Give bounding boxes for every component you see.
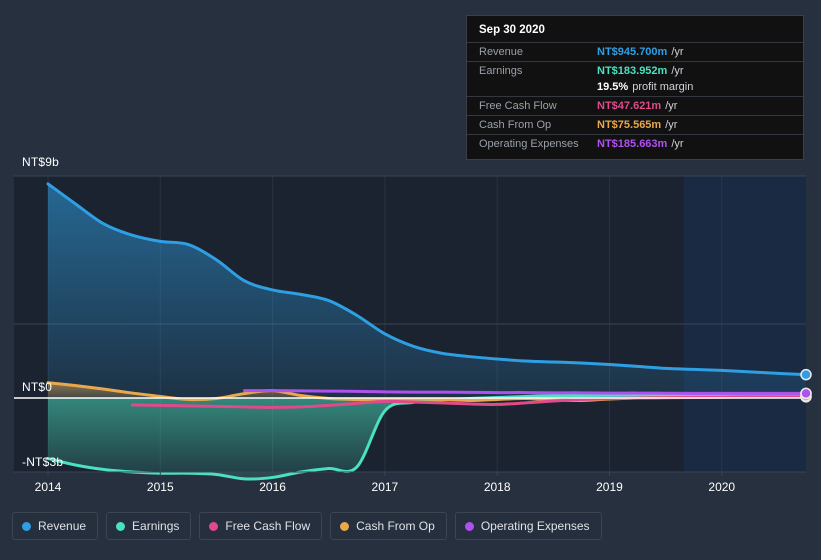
tooltip-suffix-earnings: /yr <box>671 65 684 77</box>
tooltip-value-profit-margin: 19.5% <box>597 81 629 93</box>
legend-label-cash-from-op: Cash From Op <box>356 519 435 533</box>
x-axis-label-2014: 2014 <box>34 480 62 494</box>
x-axis-label-2020: 2020 <box>708 480 736 494</box>
tooltip-row-revenue: Revenue NT$945.700m /yr <box>467 42 803 61</box>
legend-item-earnings[interactable]: Earnings <box>106 512 192 540</box>
x-axis-label-2015: 2015 <box>146 480 174 494</box>
legend-dot-operating-expenses-icon <box>464 521 474 531</box>
tooltip-key-earnings: Earnings <box>479 65 523 77</box>
tooltip-row-operating-expenses: Operating Expenses NT$185.663m /yr <box>467 134 803 153</box>
tooltip-row-earnings: Earnings NT$183.952m /yr <box>467 61 803 80</box>
tooltip-value-earnings: NT$183.952m <box>597 65 668 77</box>
tooltip-date: Sep 30 2020 <box>479 24 545 36</box>
tooltip-suffix-revenue: /yr <box>671 46 684 58</box>
tooltip-suffix-cash-from-op: /yr <box>665 119 678 131</box>
legend-dot-free-cash-flow-icon <box>209 521 219 531</box>
legend-label-operating-expenses: Operating Expenses <box>480 519 590 533</box>
tooltip-row-profit-margin: 19.5% profit margin <box>467 80 803 96</box>
legend-dot-earnings-icon <box>116 521 126 531</box>
tooltip-row-free-cash-flow: Free Cash Flow NT$47.621m /yr <box>467 96 803 115</box>
tooltip-value-free-cash-flow: NT$47.621m <box>597 100 662 112</box>
legend-item-operating-expenses[interactable]: Operating Expenses <box>454 512 602 540</box>
x-axis-label-2017: 2017 <box>371 480 399 494</box>
x-axis-label-2019: 2019 <box>596 480 623 494</box>
tooltip-value-operating-expenses: NT$185.663m <box>597 138 668 150</box>
tooltip-value-cash-from-op: NT$75.565m <box>597 119 662 131</box>
tooltip-suffix-free-cash-flow: /yr <box>665 100 678 112</box>
tooltip-key-operating-expenses: Operating Expenses <box>479 138 579 150</box>
tooltip-key-cash-from-op: Cash From Op <box>479 119 552 131</box>
legend-label-earnings: Earnings <box>132 519 180 533</box>
legend-item-revenue[interactable]: Revenue <box>12 512 99 540</box>
legend-item-free-cash-flow[interactable]: Free Cash Flow <box>199 512 323 540</box>
x-axis-label-2018: 2018 <box>483 480 511 494</box>
x-axis-label-2016: 2016 <box>259 480 286 494</box>
y-axis-label-zero: NT$0 <box>22 380 53 394</box>
legend-label-revenue: Revenue <box>38 519 87 533</box>
y-axis-label-bottom: -NT$3b <box>22 455 64 469</box>
chart-tooltip: Sep 30 2020 Revenue NT$945.700m /yr Earn… <box>466 15 804 160</box>
legend-dot-revenue-icon <box>22 521 31 531</box>
chart-legend: Revenue Earnings Free Cash Flow Cash Fro… <box>12 512 602 540</box>
legend-dot-cash-from-op-icon <box>340 521 350 531</box>
tooltip-key-revenue: Revenue <box>479 46 524 58</box>
tooltip-suffix-profit-margin: profit margin <box>632 81 694 93</box>
y-axis-label-top: NT$9b <box>22 155 60 169</box>
tooltip-key-free-cash-flow: Free Cash Flow <box>479 100 557 112</box>
legend-label-free-cash-flow: Free Cash Flow <box>225 519 311 533</box>
tooltip-row-cash-from-op: Cash From Op NT$75.565m /yr <box>467 115 803 134</box>
tooltip-suffix-operating-expenses: /yr <box>671 138 684 150</box>
legend-item-cash-from-op[interactable]: Cash From Op <box>330 512 447 540</box>
financial-chart: NT$9b NT$0 -NT$3b 2014 2015 2016 2017 20… <box>0 0 821 560</box>
tooltip-value-revenue: NT$945.700m <box>597 46 668 58</box>
